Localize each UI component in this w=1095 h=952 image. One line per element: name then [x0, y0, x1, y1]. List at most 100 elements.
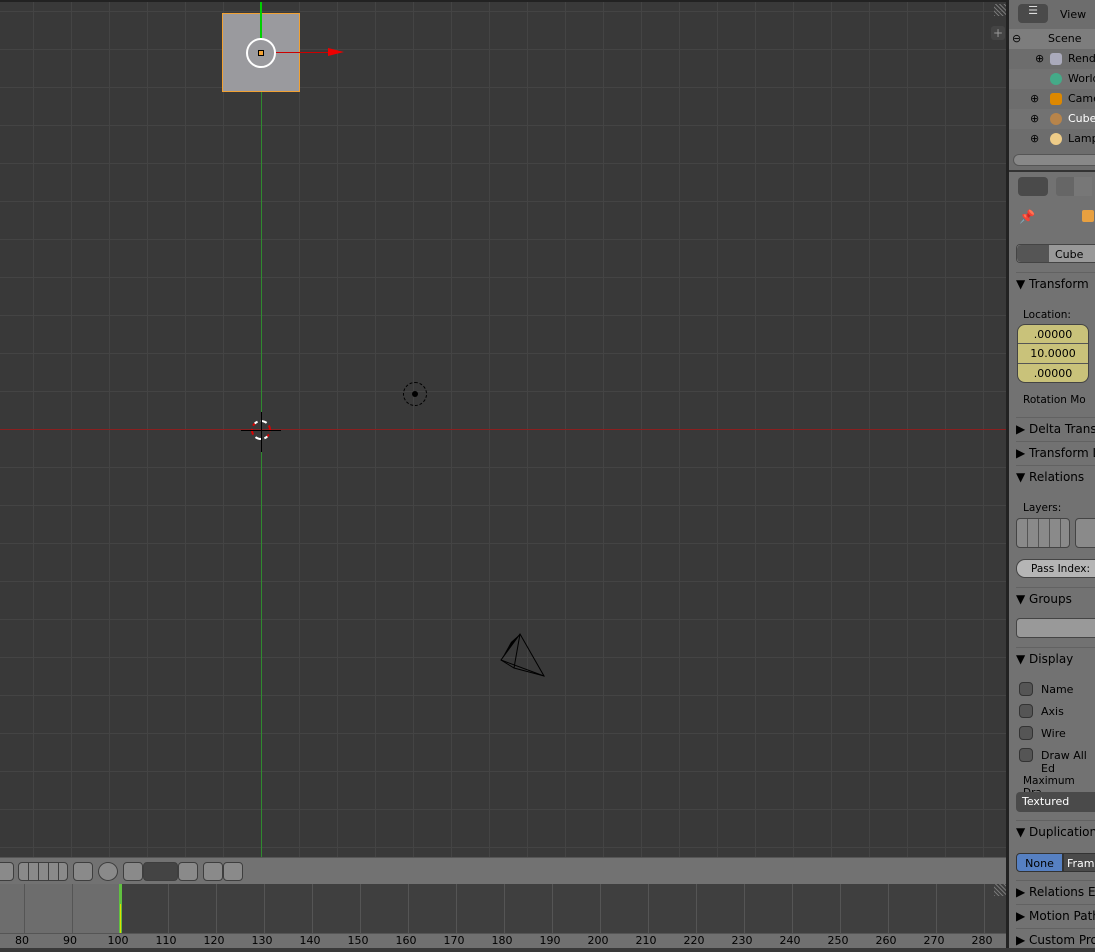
- cursor-v-icon: [261, 412, 262, 452]
- opengl-animation-icon[interactable]: [223, 862, 243, 881]
- draw-all-edges-checkbox[interactable]: [1019, 748, 1033, 762]
- manipulator-y-icon[interactable]: [260, 2, 262, 38]
- frame-tick: [840, 884, 841, 934]
- lock-layers-icon[interactable]: [73, 862, 93, 881]
- grid-line: [0, 353, 1006, 354]
- grid-line: [0, 847, 1006, 848]
- world-icon: [1050, 73, 1062, 85]
- opengl-render-icon[interactable]: [203, 862, 223, 881]
- outliner-item-lamp[interactable]: ⊕Lamp: [1009, 129, 1095, 149]
- wire-checkbox[interactable]: [1019, 726, 1033, 740]
- timeline-range-before-start: [0, 884, 120, 934]
- editor-type-button[interactable]: ☰: [1018, 4, 1048, 23]
- camera-object[interactable]: [498, 632, 548, 680]
- snap-target-icon[interactable]: [178, 862, 198, 881]
- panel-duplication[interactable]: ▼ Duplication: [1016, 820, 1095, 844]
- grid-line: [0, 391, 1006, 392]
- panel-transform[interactable]: ▼ Transform: [1016, 272, 1095, 296]
- grid-line: [0, 809, 1006, 810]
- timeline[interactable]: [0, 884, 1006, 934]
- panel-groups[interactable]: ▼ Groups: [1016, 587, 1095, 611]
- frame-label: 170: [443, 934, 465, 947]
- frame-label: 160: [395, 934, 417, 947]
- object-name-field[interactable]: Cube: [1055, 248, 1083, 261]
- frame-tick: [984, 884, 985, 934]
- layers-grid[interactable]: [1016, 518, 1070, 548]
- frame-label: 80: [15, 934, 29, 947]
- grid-line: [0, 695, 1006, 696]
- panel-relations[interactable]: ▼ Relations: [1016, 465, 1095, 489]
- corner-resize-icon[interactable]: [994, 4, 1006, 16]
- manipulator-x-icon[interactable]: [276, 52, 328, 53]
- frame-tick: [792, 884, 793, 934]
- outliner-item-cube[interactable]: ⊕ Cube: [1009, 109, 1095, 129]
- rotation-mode-label: Rotation Mo: [1023, 394, 1086, 406]
- object-context-icon: [1082, 210, 1094, 222]
- frame-tick: [312, 884, 313, 934]
- view-menu[interactable]: View: [1060, 8, 1086, 21]
- object-datablock-selector[interactable]: Cube: [1016, 244, 1095, 263]
- panel-transform-locks[interactable]: ▶ Transform L: [1016, 441, 1095, 465]
- panel-delta-transform[interactable]: ▶ Delta Trans: [1016, 417, 1095, 441]
- mesh-icon: [1050, 113, 1062, 125]
- axis-checkbox[interactable]: [1019, 704, 1033, 718]
- frame-label: 100: [107, 934, 129, 947]
- snap-element-icon[interactable]: [143, 862, 178, 881]
- frame-tick: [360, 884, 361, 934]
- frame-tick: [72, 884, 73, 934]
- frame-label: 110: [155, 934, 177, 947]
- add-to-group-button[interactable]: A: [1016, 618, 1095, 638]
- location-x-field[interactable]: .00000: [1018, 325, 1088, 344]
- grid-line: [0, 733, 1006, 734]
- viewport-header: [0, 857, 1006, 884]
- grid-line: [0, 125, 1006, 126]
- render-tab-icon[interactable]: [1056, 177, 1074, 196]
- frame-label: 120: [203, 934, 225, 947]
- name-checkbox[interactable]: [1019, 682, 1033, 696]
- pass-index-field[interactable]: Pass Index:: [1016, 559, 1095, 578]
- render-layers-tab-icon[interactable]: [1074, 177, 1092, 196]
- grid-line: [0, 49, 1006, 50]
- proportional-edit-icon[interactable]: [98, 862, 118, 881]
- grid-line: [0, 277, 1006, 278]
- panel-custom-properties[interactable]: ▶ Custom Pro: [1016, 928, 1095, 952]
- layers-grid-2[interactable]: [18, 862, 68, 881]
- outliner-item-world[interactable]: World: [1009, 69, 1095, 89]
- corner-resize-icon[interactable]: [994, 884, 1006, 896]
- manipulator-x-arrow-icon[interactable]: [328, 48, 344, 56]
- pin-icon[interactable]: 📌: [1019, 210, 1035, 225]
- frame-tick: [456, 884, 457, 934]
- grid-line: [0, 771, 1006, 772]
- panel-display[interactable]: ▼ Display: [1016, 647, 1095, 671]
- frame-label: 180: [491, 934, 513, 947]
- outliner-item-scene[interactable]: ⊖ Scene: [1009, 29, 1095, 49]
- layers-grid-1[interactable]: [0, 862, 14, 881]
- frame-tick: [648, 884, 649, 934]
- render-layers-icon: [1050, 53, 1062, 65]
- panel-motion-paths[interactable]: ▶ Motion Path: [1016, 904, 1095, 928]
- frame-tick: [600, 884, 601, 934]
- layers-grid-2[interactable]: [1075, 518, 1095, 548]
- outliner-scrollbar[interactable]: [1013, 154, 1095, 166]
- location-z-field[interactable]: .00000: [1018, 364, 1088, 382]
- properties-editor: 📌 Cube ▼ Transform Location: .00000 10.0…: [1009, 170, 1095, 948]
- toggle-panel-plus-icon[interactable]: +: [991, 26, 1005, 40]
- frame-numbers: 80 90 100 110 120 130 140 150 160 170 180 190 200 210…: [0, 933, 1006, 948]
- frame-tick: [168, 884, 169, 934]
- location-y-field[interactable]: 10.0000: [1018, 344, 1088, 364]
- grid-line: [0, 505, 1006, 506]
- outliner-item-camera[interactable]: ⊕Camera: [1009, 89, 1095, 109]
- frame-tick: [696, 884, 697, 934]
- outliner-item-renderlayers[interactable]: ⊕RenderLayers: [1009, 49, 1095, 69]
- editor-type-button[interactable]: [1018, 177, 1048, 196]
- draw-type-dropdown[interactable]: Textured: [1016, 792, 1095, 812]
- frame-label: 280: [971, 934, 993, 947]
- snap-magnet-icon[interactable]: [123, 862, 143, 881]
- duplication-frames-button[interactable]: Frame: [1063, 853, 1095, 872]
- duplication-none-button[interactable]: None: [1016, 853, 1063, 872]
- 3d-viewport[interactable]: +: [0, 0, 1006, 857]
- panel-relations-extras[interactable]: ▶ Relations E: [1016, 880, 1095, 904]
- frame-tick: [264, 884, 265, 934]
- scene-icon: [1030, 32, 1044, 46]
- object-origin-icon: [258, 50, 264, 56]
